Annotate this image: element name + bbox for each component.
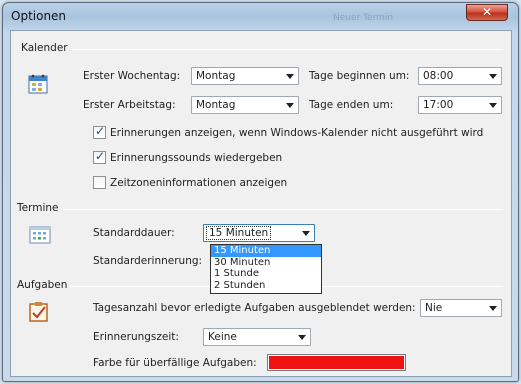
- task-checklist-icon: [29, 302, 48, 322]
- chevron-down-icon: [298, 335, 306, 340]
- chevron-down-icon: [489, 306, 497, 311]
- first-weekday-select[interactable]: Montag: [191, 67, 299, 85]
- chevron-down-icon: [286, 74, 294, 79]
- dropdown-option[interactable]: 15 Minuten: [211, 245, 321, 257]
- first-workday-select[interactable]: Montag: [191, 96, 299, 114]
- dialog-content: Kalender Erster Wochentag: Montag Tage b…: [10, 30, 512, 377]
- calendar-section-label: Kalender: [21, 42, 68, 54]
- chevron-down-icon: [489, 74, 497, 79]
- chevron-down-icon: [302, 231, 310, 236]
- check-icon: ✓: [95, 149, 106, 163]
- dropdown-option[interactable]: 2 Stunden: [211, 280, 321, 292]
- calendar-icon: [28, 74, 48, 94]
- title-bar[interactable]: Optionen Neuer Termin ✕: [3, 3, 518, 29]
- first-weekday-label: Erster Wochentag:: [83, 70, 181, 82]
- options-dialog: Optionen Neuer Termin ✕ Kalender Erster …: [2, 2, 519, 382]
- dropdown-option[interactable]: 30 Minuten: [211, 257, 321, 269]
- day-start-label: Tage beginnen um:: [309, 70, 410, 82]
- timezone-info-checkbox[interactable]: Zeitzoneninformationen anzeigen: [93, 176, 287, 189]
- appointments-divider: [63, 209, 503, 210]
- reminder-sounds-label: Erinnerungssounds wiedergeben: [110, 151, 283, 164]
- close-icon: ✕: [481, 5, 493, 19]
- day-start-select[interactable]: 08:00: [418, 67, 502, 85]
- show-reminders-label: Erinnerungen anzeigen, wenn Windows-Kale…: [110, 126, 484, 139]
- overdue-color-label: Farbe für überfällige Aufgaben:: [93, 357, 257, 369]
- default-duration-label: Standarddauer:: [93, 227, 175, 239]
- calendar-divider: [71, 49, 503, 50]
- reminder-sounds-checkbox[interactable]: ✓ Erinnerungssounds wiedergeben: [93, 149, 283, 164]
- duration-dropdown-list: 15 Minuten 30 Minuten 1 Stunde 2 Stunden: [210, 244, 322, 294]
- default-duration-select[interactable]: 15 Minuten: [203, 224, 315, 242]
- reminder-time-label: Erinnerungszeit:: [93, 331, 179, 343]
- chevron-down-icon: [489, 103, 497, 108]
- appointment-icon: [29, 226, 51, 244]
- default-reminder-label: Standarderinnerung:: [93, 255, 203, 267]
- close-button[interactable]: ✕: [466, 4, 508, 21]
- check-icon: ✓: [95, 124, 106, 138]
- show-reminders-checkbox[interactable]: ✓ Erinnerungen anzeigen, wenn Windows-Ka…: [93, 124, 484, 139]
- overdue-color-picker[interactable]: [267, 354, 406, 371]
- hide-days-select[interactable]: Nie: [420, 299, 502, 317]
- timezone-info-label: Zeitzoneninformationen anzeigen: [110, 176, 288, 189]
- appointments-section-label: Termine: [17, 202, 59, 214]
- reminder-time-select[interactable]: Keine: [203, 328, 311, 346]
- day-end-select[interactable]: 17:00: [418, 96, 502, 114]
- day-end-label: Tage enden um:: [309, 99, 394, 111]
- background-window-title: Neuer Termin: [333, 13, 394, 23]
- first-workday-label: Erster Arbeitstag:: [83, 99, 176, 111]
- hide-days-label: Tagesanzahl bevor erledigte Aufgaben aus…: [93, 302, 416, 314]
- chevron-down-icon: [286, 103, 294, 108]
- dropdown-option[interactable]: 1 Stunde: [211, 268, 321, 280]
- window-title: Optionen: [11, 9, 67, 23]
- tasks-section-label: Aufgaben: [17, 279, 68, 291]
